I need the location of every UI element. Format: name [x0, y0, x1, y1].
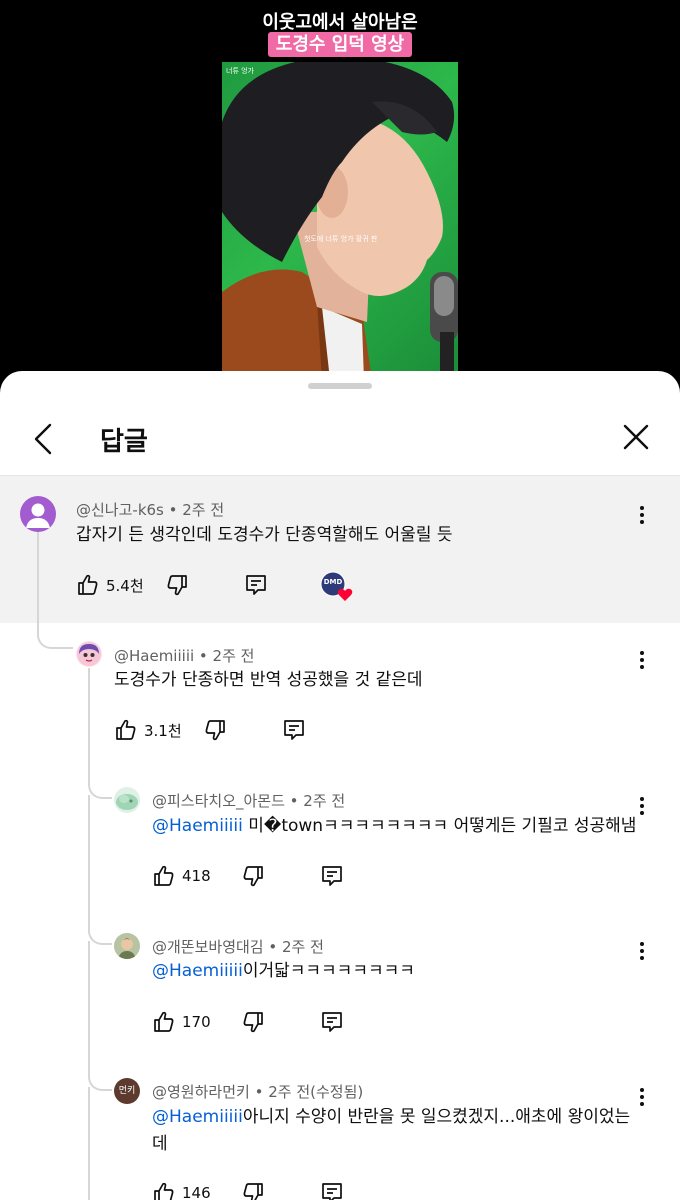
thread-hook [88, 1063, 112, 1091]
reply-button[interactable] [320, 1010, 344, 1034]
thumbs-down-icon [205, 720, 225, 741]
more-options-button[interactable] [635, 794, 649, 818]
video-player[interactable]: 이웃고에서 살아남은 도경수 입덕 영상 너튜 엉가 첫도에 너튜 엉가 황귀 … [0, 0, 680, 380]
user-icon [26, 503, 50, 528]
reply-time: 2주 전 [303, 792, 346, 810]
drag-handle[interactable] [308, 383, 372, 389]
comment-icon [284, 720, 304, 740]
reply-text: @Haemiiiii이거닯ㅋㅋㅋㅋㅋㅋㅋㅋ [152, 961, 415, 981]
thread-hook [88, 771, 112, 799]
reply-button[interactable] [282, 718, 306, 742]
thumbs-down-icon [243, 1183, 263, 1200]
reply-time: 2주 전 [212, 647, 255, 665]
more-options-button[interactable] [635, 648, 649, 672]
back-button[interactable] [28, 419, 62, 459]
reply-meta: @개똔보바영대김 • 2주 전 [152, 938, 324, 956]
comment-icon [322, 866, 342, 886]
thumbs-up-icon [78, 574, 98, 595]
creator-heart-badge[interactable]: DMD [320, 571, 356, 603]
dislike-button[interactable] [241, 1181, 265, 1200]
thumbs-down-icon [167, 575, 187, 596]
thread-line [88, 668, 90, 783]
like-button[interactable]: 170 [152, 1010, 211, 1034]
reply-button[interactable] [244, 573, 268, 597]
thread-hook [88, 917, 112, 945]
dislike-button[interactable] [165, 573, 189, 597]
comment-icon [322, 1012, 342, 1032]
thumbs-down-icon [243, 1012, 263, 1033]
avatar[interactable] [114, 787, 140, 813]
video-badge: 너튜 엉가 [226, 67, 254, 75]
like-button[interactable]: 146 [152, 1181, 211, 1200]
thread-hook [37, 621, 73, 649]
reply-meta: @Haemiiiii • 2주 전 [114, 647, 255, 665]
chevron-left-icon [34, 423, 52, 455]
mention-link[interactable]: @Haemiiiii [152, 1107, 243, 1127]
video-frame: 너튜 엉가 첫도에 너튜 엉가 황귀 판 [222, 62, 458, 380]
avatar[interactable]: 먼키 [114, 1078, 140, 1104]
thumbs-up-icon [116, 719, 136, 740]
comment-author[interactable]: @신나고-k6s [76, 501, 164, 519]
avatar-label: 먼키 [118, 1086, 136, 1096]
thumbs-up-icon [154, 865, 174, 886]
reply-author[interactable]: @영원하라먼키 [152, 1083, 250, 1101]
reply-time: 2주 전(수정됨) [268, 1083, 364, 1101]
reply-time: 2주 전 [282, 938, 324, 956]
close-button[interactable] [618, 419, 654, 455]
dislike-button[interactable] [241, 864, 265, 888]
like-count: 170 [182, 1013, 211, 1031]
avatar[interactable] [76, 641, 102, 667]
reply-meta: @영원하라먼키 • 2주 전(수정됨) [152, 1083, 364, 1101]
more-options-button[interactable] [635, 1085, 649, 1109]
thread-line [88, 1087, 90, 1200]
reply-author[interactable]: @Haemiiiii [114, 647, 194, 665]
user-avatar-icon [116, 794, 138, 810]
like-button[interactable]: 418 [152, 864, 211, 888]
replies-sheet: 답글 @신나고-k6s • 2주 전 갑자기 든 생각인데 도경수가 단종역할해… [0, 371, 680, 1200]
more-options-button[interactable] [635, 939, 649, 963]
mention-link[interactable]: @Haemiiiii [152, 816, 243, 836]
avatar[interactable] [114, 933, 140, 959]
comment-text: 갑자기 든 생각인데 도경수가 단종역할해도 어울릴 듯 [76, 525, 453, 545]
video-caption: 첫도에 너튜 엉가 황귀 판 [304, 235, 378, 243]
close-icon [623, 424, 649, 450]
comment-time: 2주 전 [182, 501, 225, 519]
user-avatar-icon [77, 642, 101, 666]
reply-text: @Haemiiiii 미�townㅋㅋㅋㅋㅋㅋㅋㅋ 어떻게든 기필코 성공해냄 [152, 816, 637, 836]
thumbs-up-icon [154, 1011, 174, 1032]
avatar[interactable] [20, 496, 56, 532]
like-button[interactable]: 5.4천 [76, 573, 144, 597]
thread-line [88, 941, 90, 1075]
creator-badge-text: DMD [323, 578, 343, 586]
video-title-line2: 도경수 입덕 영상 [0, 30, 680, 57]
more-options-button[interactable] [635, 503, 649, 527]
comment-icon [322, 1183, 342, 1200]
thread-line [88, 795, 90, 929]
thread-line [37, 531, 39, 629]
like-count: 3.1천 [144, 721, 182, 740]
thumbs-up-icon [154, 1182, 174, 1200]
creator-avatar-heart-icon [320, 571, 353, 601]
reply-author[interactable]: @개똔보바영대김 [152, 938, 264, 956]
reply-button[interactable] [320, 864, 344, 888]
reply-text: @Haemiiiii아니지 수양이 반란을 못 일으켰겠지...애초에 왕이었는… [152, 1107, 631, 1154]
reply-author[interactable]: @피스타치오_아몬드 [152, 792, 285, 810]
reply-button[interactable] [320, 1181, 344, 1200]
mention-link[interactable]: @Haemiiiii [152, 961, 243, 981]
thumbs-down-icon [243, 866, 263, 887]
comment-meta: @신나고-k6s • 2주 전 [76, 501, 225, 519]
like-button[interactable]: 3.1천 [114, 718, 182, 742]
reply-text: 도경수가 단종하면 반역 성공했을 것 같은데 [114, 670, 423, 690]
reply-meta: @피스타치오_아몬드 • 2주 전 [152, 792, 346, 810]
sheet-title: 답글 [100, 427, 148, 457]
user-avatar-icon [114, 933, 140, 959]
comment-icon [246, 575, 266, 595]
dislike-button[interactable] [203, 718, 227, 742]
like-count: 146 [182, 1184, 211, 1200]
dislike-button[interactable] [241, 1010, 265, 1034]
like-count: 5.4천 [106, 576, 144, 595]
like-count: 418 [182, 867, 211, 885]
